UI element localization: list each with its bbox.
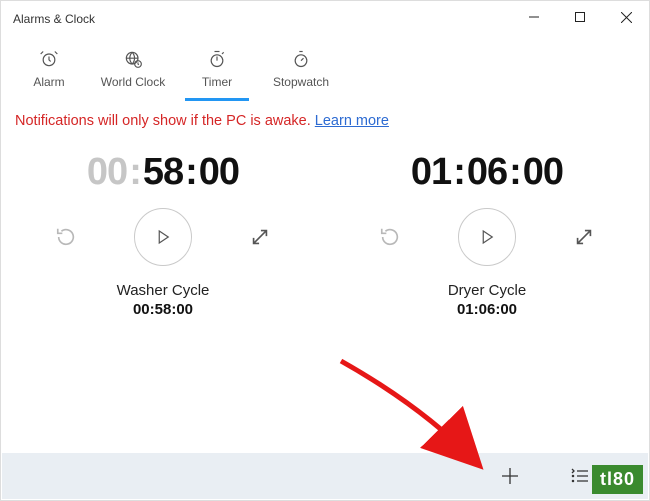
play-icon (478, 228, 496, 246)
timer-controls (372, 208, 602, 266)
tab-timer[interactable]: Timer (175, 41, 259, 99)
tab-alarm[interactable]: Alarm (7, 41, 91, 99)
world-clock-icon (123, 49, 143, 69)
play-button[interactable] (134, 208, 192, 266)
timer-card: 01:06:00 Dryer Cycle 01:06:00 (335, 151, 639, 318)
expand-icon (573, 226, 595, 248)
reset-icon (55, 226, 77, 248)
window-title: Alarms & Clock (13, 8, 511, 26)
timer-card: 00:58:00 Washer Cycle 00:58:00 (11, 151, 315, 318)
stopwatch-icon (291, 49, 311, 69)
titlebar: Alarms & Clock (1, 1, 649, 33)
expand-button[interactable] (566, 219, 602, 255)
command-bar (2, 453, 648, 499)
tab-stopwatch[interactable]: Stopwatch (259, 41, 343, 99)
notification-text: Notifications will only show if the PC i… (15, 113, 315, 129)
reset-icon (379, 226, 401, 248)
tab-label: World Clock (101, 75, 165, 89)
tab-label: Stopwatch (273, 75, 329, 89)
timer-duration: 00:58:00 (133, 301, 193, 318)
alarm-icon (39, 49, 59, 69)
add-timer-button[interactable] (492, 458, 528, 494)
maximize-button[interactable] (557, 1, 603, 33)
hours: 01 (411, 151, 451, 193)
play-button[interactable] (458, 208, 516, 266)
seconds: 00 (523, 151, 563, 193)
reset-button[interactable] (48, 219, 84, 255)
tab-label: Alarm (33, 75, 64, 89)
minutes: 06 (467, 151, 507, 193)
expand-icon (249, 226, 271, 248)
timer-display: 01:06:00 (411, 151, 563, 194)
timer-display: 00:58:00 (87, 151, 239, 194)
close-button[interactable] (603, 1, 649, 33)
timer-name: Dryer Cycle (448, 282, 526, 299)
notification-bar: Notifications will only show if the PC i… (1, 99, 649, 139)
tab-bar: Alarm World Clock Timer Stopwatch (1, 33, 649, 99)
seconds: 00 (199, 151, 239, 193)
timer-name: Washer Cycle (117, 282, 210, 299)
timer-icon (207, 49, 227, 69)
edit-list-icon (570, 467, 590, 485)
tab-label: Timer (202, 75, 232, 89)
notification-link[interactable]: Learn more (315, 113, 389, 129)
window-controls (511, 1, 649, 33)
tab-world-clock[interactable]: World Clock (91, 41, 175, 99)
minutes: 58 (143, 151, 183, 193)
expand-button[interactable] (242, 219, 278, 255)
watermark: tl80 (592, 465, 643, 494)
timer-controls (48, 208, 278, 266)
plus-icon (501, 467, 519, 485)
minimize-button[interactable] (511, 1, 557, 33)
timers-container: 00:58:00 Washer Cycle 00:58:00 (1, 139, 649, 318)
play-icon (154, 228, 172, 246)
reset-button[interactable] (372, 219, 408, 255)
hours: 00 (87, 151, 127, 193)
timer-duration: 01:06:00 (457, 301, 517, 318)
